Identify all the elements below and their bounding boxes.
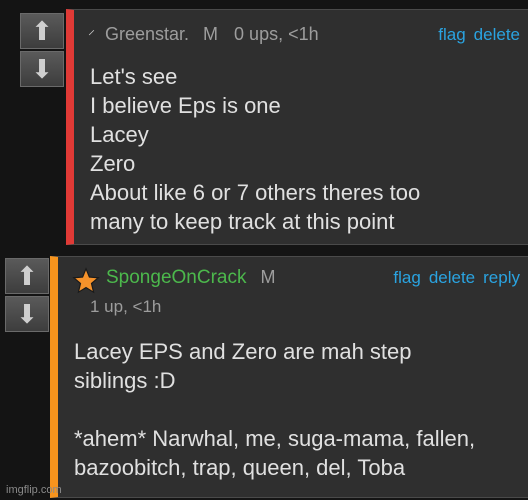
comment-line: *ahem* Narwhal, me, suga-mama, fallen, [74, 426, 476, 451]
comment-line: Let's see [90, 64, 178, 89]
delete-link[interactable]: delete [474, 25, 520, 45]
comment-line: I believe Eps is one [90, 93, 281, 118]
comment-body: Lacey EPS and Zero are mah step siblings… [74, 337, 522, 482]
mod-badge: M [203, 24, 219, 44]
flag-link[interactable]: flag [438, 25, 465, 45]
vote-controls: ⬆ ⬇ [5, 258, 49, 332]
upvote-button[interactable]: ⬆ [5, 258, 49, 294]
comment-body: Let's see I believe Eps is one Lacey Zer… [90, 62, 522, 236]
comment-line: Lacey [90, 122, 149, 147]
flag-link[interactable]: flag [393, 268, 420, 288]
comment-header: SpongeOnCrack M flag delete reply [72, 267, 520, 295]
reply-link[interactable]: reply [483, 268, 520, 288]
comment: SpongeOnCrack M flag delete reply 1 up, … [50, 256, 528, 498]
downvote-button[interactable]: ⬇ [20, 51, 64, 87]
downvote-button[interactable]: ⬇ [5, 296, 49, 332]
comment-line: About like 6 or 7 others theres too [90, 180, 421, 205]
star-icon [72, 267, 100, 294]
comment: ⸍ Greenstar. M 0 ups, <1h flag delete Le… [66, 9, 528, 245]
arrow-up-icon: ⬆ [16, 260, 38, 291]
comment-line: bazoobitch, trap, queen, del, Toba [74, 455, 406, 480]
comment-header: ⸍ Greenstar. M 0 ups, <1h flag delete [88, 24, 520, 45]
comment-line: siblings :D [74, 368, 176, 393]
vote-controls: ⬆ ⬇ [20, 13, 64, 87]
comment-actions: flag delete reply [393, 268, 520, 288]
arrow-up-icon: ⬆ [31, 15, 53, 46]
comment-line [74, 395, 522, 424]
user-flair-icon: ⸍ [88, 27, 95, 43]
watermark: imgflip.com [6, 484, 62, 496]
delete-link[interactable]: delete [429, 268, 475, 288]
comment-actions: flag delete [438, 25, 520, 45]
mod-badge: M [260, 267, 276, 287]
comment-line: Lacey EPS and Zero are mah step [74, 339, 412, 364]
username[interactable]: Greenstar. [105, 24, 189, 45]
arrow-down-icon: ⬇ [31, 53, 53, 84]
username[interactable]: SpongeOnCrack [106, 267, 246, 289]
comment-line: Zero [90, 151, 136, 176]
vote-meta: 0 ups, <1h [234, 24, 319, 44]
arrow-down-icon: ⬇ [16, 298, 38, 329]
upvote-button[interactable]: ⬆ [20, 13, 64, 49]
comment-line: many to keep track at this point [90, 209, 395, 234]
vote-meta: 1 up, <1h [90, 297, 162, 316]
